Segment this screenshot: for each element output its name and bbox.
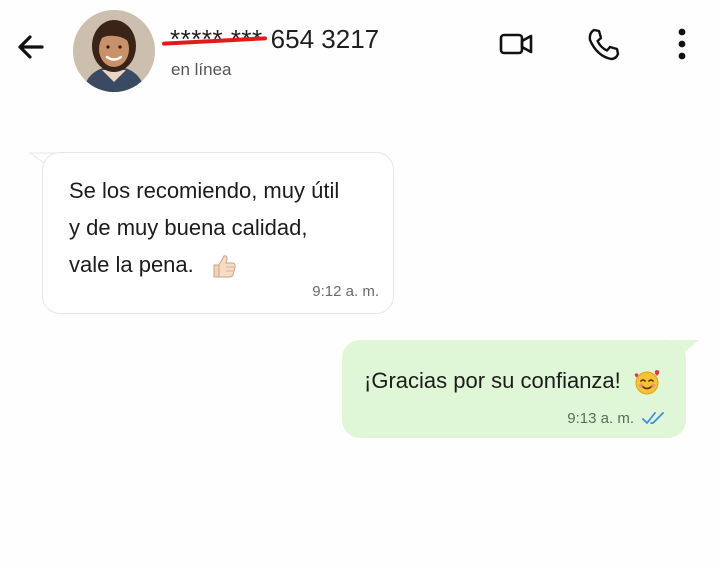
incoming-message-text: Se los recomiendo, muy útil y de muy bue… — [69, 172, 379, 283]
redacted-number-part: ***** *** — [170, 24, 263, 54]
chat-header: ***** *** 654 3217 en línea — [0, 0, 720, 110]
thumbs-up-icon — [213, 255, 236, 278]
voice-call-icon[interactable] — [585, 26, 621, 62]
contact-title[interactable]: ***** *** 654 3217 — [170, 24, 379, 55]
outgoing-text: ¡Gracias por su confianza! — [364, 368, 621, 393]
outgoing-message-bubble[interactable]: ¡Gracias por su confianza! 9:13 a. m. — [342, 340, 686, 438]
incoming-timestamp: 9:12 a. m. — [312, 283, 379, 300]
outgoing-message-text: ¡Gracias por su confianza! — [364, 368, 661, 396]
message-line: y de muy buena calidad, — [69, 215, 308, 240]
read-receipt-icon — [642, 412, 664, 424]
contact-avatar[interactable] — [73, 10, 155, 92]
online-status: en línea — [171, 60, 232, 79]
message-line: vale la pena. — [69, 252, 194, 277]
message-line: Se los recomiendo, muy útil — [69, 178, 340, 203]
smiling-face-with-hearts-icon — [634, 370, 660, 395]
more-options-icon[interactable] — [664, 26, 700, 62]
back-arrow-icon[interactable] — [14, 30, 48, 64]
outgoing-timestamp: 9:13 a. m. — [567, 410, 634, 427]
video-call-icon[interactable] — [498, 26, 534, 62]
outgoing-bubble-tail — [672, 340, 699, 362]
incoming-message-bubble[interactable]: Se los recomiendo, muy útil y de muy bue… — [42, 152, 394, 314]
visible-number-part: 654 3217 — [270, 24, 380, 54]
contact-number: ***** *** 654 3217 — [170, 24, 379, 55]
